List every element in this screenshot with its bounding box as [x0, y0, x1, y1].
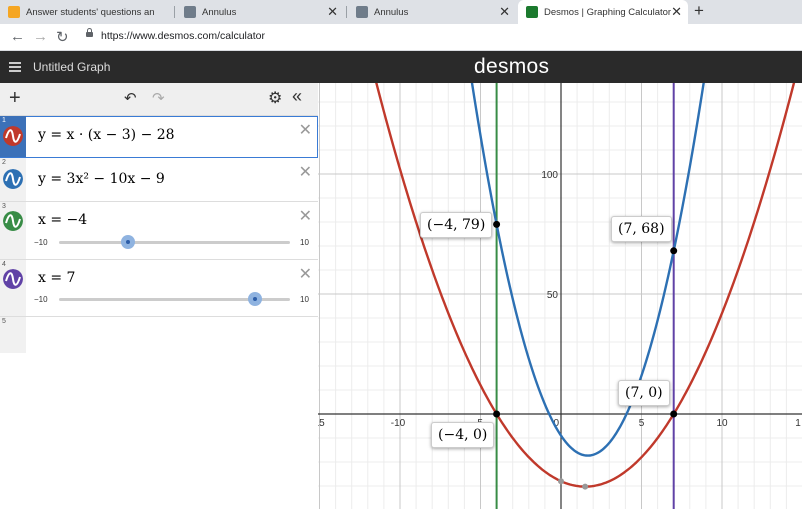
slider-min[interactable]: −10: [34, 238, 48, 247]
browser-tab-4[interactable]: Desmos | Graphing Calculator ✕: [518, 0, 688, 24]
expression-number: 4: [2, 261, 6, 268]
x-tick-label: -15: [318, 418, 325, 429]
point-label[interactable]: (7, 68): [611, 216, 672, 242]
slider-max[interactable]: 10: [300, 238, 309, 247]
expression-row-1[interactable]: 1 y = x · (x − 3) − 28 ✕: [0, 116, 318, 158]
slider-min[interactable]: −10: [34, 295, 48, 304]
expression-input[interactable]: y = x · (x − 3) − 28: [38, 127, 175, 143]
expression-gutter: 1: [0, 116, 26, 157]
browser-tab-strip: Answer students' questions and ... Annul…: [0, 0, 802, 24]
hidden-point: [582, 483, 589, 490]
close-tab-icon[interactable]: ✕: [327, 4, 338, 20]
slider-thumb[interactable]: [121, 235, 136, 249]
close-tab-icon[interactable]: ✕: [671, 4, 682, 20]
browser-tab-3[interactable]: Annulus ✕: [348, 0, 516, 24]
graph-style-icon[interactable]: [3, 269, 23, 289]
delete-expression-icon[interactable]: ✕: [299, 206, 312, 226]
browser-tab-1[interactable]: Answer students' questions and ...: [0, 0, 172, 24]
y-tick-label: 100: [541, 170, 558, 181]
y-tick-label: 50: [547, 290, 559, 301]
add-item-icon[interactable]: +: [9, 87, 21, 110]
new-tab-icon[interactable]: +: [694, 1, 704, 21]
close-tab-icon[interactable]: ✕: [499, 4, 510, 20]
lock-icon: [86, 28, 93, 37]
graph-style-icon[interactable]: [3, 169, 23, 189]
slider-track[interactable]: [59, 241, 290, 244]
graph-title[interactable]: Untitled Graph: [33, 60, 110, 74]
slider-max[interactable]: 10: [300, 295, 309, 304]
intersection-point: [670, 247, 678, 255]
redo-icon[interactable]: ↷: [152, 89, 165, 107]
delete-expression-icon[interactable]: ✕: [299, 120, 312, 140]
site-favicon-icon: [8, 6, 20, 18]
intersection-point: [493, 220, 501, 228]
expression-row-2[interactable]: 2 y = 3x² − 10x − 9 ✕: [0, 158, 318, 202]
intersection-point: [670, 410, 678, 418]
desmos-favicon-icon: [526, 6, 538, 18]
browser-tab-2[interactable]: Annulus ✕: [176, 0, 344, 24]
point-label[interactable]: (7, 0): [618, 380, 670, 406]
graph-style-icon[interactable]: [3, 211, 23, 231]
point-label[interactable]: (−4, 79): [420, 212, 493, 238]
tab-separator: [346, 6, 347, 18]
hidden-point: [558, 478, 564, 485]
tab-title: Desmos | Graphing Calculator: [544, 6, 672, 18]
expression-input[interactable]: x = −4: [38, 212, 87, 228]
site-favicon-icon: [184, 6, 196, 18]
expression-list: + ↶ ↷ ⚙ « 1 y = x · (x − 3) − 28 ✕ 2 y =…: [0, 83, 319, 509]
point-label[interactable]: (−4, 0): [431, 422, 495, 448]
site-favicon-icon: [356, 6, 368, 18]
app-header: Untitled Graph desmos: [0, 51, 802, 83]
expression-gutter: 3: [0, 202, 26, 259]
graph-canvas[interactable]: -15-10-50510150100: [318, 83, 802, 509]
tab-title: Annulus: [374, 6, 409, 18]
expression-input[interactable]: y = 3x² − 10x − 9: [38, 171, 165, 187]
expression-input[interactable]: x = 7: [38, 270, 75, 286]
expression-number: 3: [2, 203, 6, 210]
x-tick-label: 5: [639, 418, 645, 429]
expression-number: 1: [2, 117, 6, 124]
expression-row-4[interactable]: 4 x = 7 ✕ −10 10: [0, 260, 318, 317]
expression-gutter: 4: [0, 260, 26, 316]
tab-title: Annulus: [202, 6, 237, 18]
collapse-panel-icon[interactable]: «: [292, 86, 302, 107]
x-tick-label: 10: [716, 418, 728, 429]
intersection-point: [493, 410, 501, 418]
expression-gutter: 2: [0, 158, 26, 201]
graph-style-icon[interactable]: [3, 126, 23, 146]
reload-icon[interactable]: ↻: [56, 28, 69, 46]
back-arrow-icon[interactable]: ←: [10, 28, 25, 45]
url-field[interactable]: https://www.desmos.com/calculator: [101, 30, 265, 42]
undo-icon[interactable]: ↶: [124, 89, 137, 107]
new-expression-row[interactable]: 5: [0, 317, 26, 353]
gear-icon[interactable]: ⚙: [268, 88, 282, 108]
expression-toolbar: + ↶ ↷ ⚙ «: [0, 83, 318, 116]
curves: [375, 83, 796, 509]
x-tick-label: -10: [391, 418, 406, 429]
delete-expression-icon[interactable]: ✕: [299, 264, 312, 284]
x-tick-label: 1: [795, 418, 801, 429]
hamburger-menu-icon[interactable]: [9, 62, 21, 72]
expression-row-3[interactable]: 3 x = −4 ✕ −10 10: [0, 202, 318, 260]
red-parabola: [375, 83, 796, 488]
address-bar-row: ← → ↻ https://www.desmos.com/calculator: [0, 24, 802, 51]
delete-expression-icon[interactable]: ✕: [299, 162, 312, 182]
slider-thumb[interactable]: [248, 292, 263, 306]
forward-arrow-icon[interactable]: →: [33, 28, 48, 45]
desmos-logo: desmos: [474, 55, 550, 78]
expression-number: 2: [2, 159, 6, 166]
graph-paper[interactable]: -15-10-50510150100 (−4, 79) (7, 68) (−4,…: [318, 83, 802, 509]
tab-separator: [174, 6, 175, 18]
expression-number: 5: [2, 318, 6, 325]
tab-title: Answer students' questions and ...: [26, 6, 154, 18]
